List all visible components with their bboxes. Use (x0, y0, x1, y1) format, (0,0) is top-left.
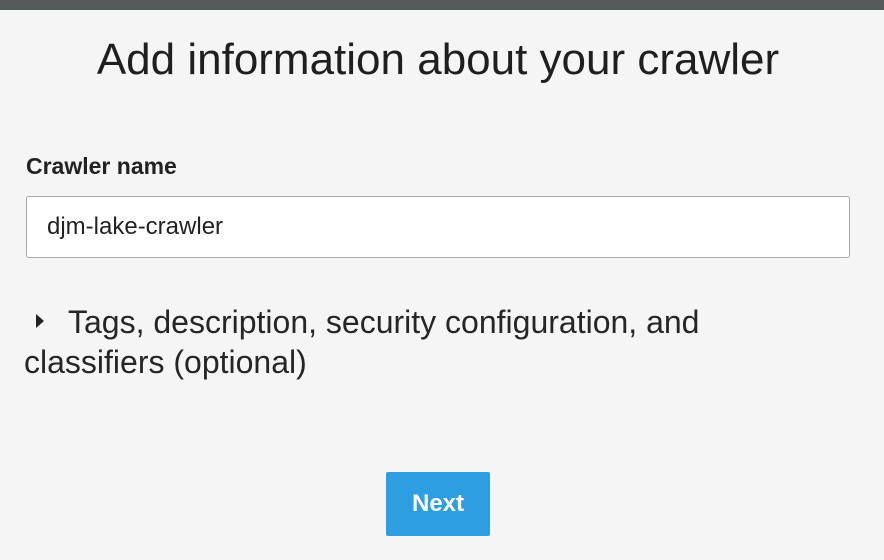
page-title: Add information about your crawler (96, 35, 780, 84)
top-bar (0, 0, 884, 10)
caret-right-icon (36, 314, 44, 328)
crawler-name-label: Crawler name (26, 153, 177, 179)
crawler-name-input[interactable] (26, 196, 850, 258)
next-button[interactable]: Next (386, 472, 490, 536)
optional-settings-expander[interactable]: Tags, description, security configuratio… (24, 302, 824, 382)
optional-settings-label: Tags, description, security configuratio… (24, 304, 700, 380)
